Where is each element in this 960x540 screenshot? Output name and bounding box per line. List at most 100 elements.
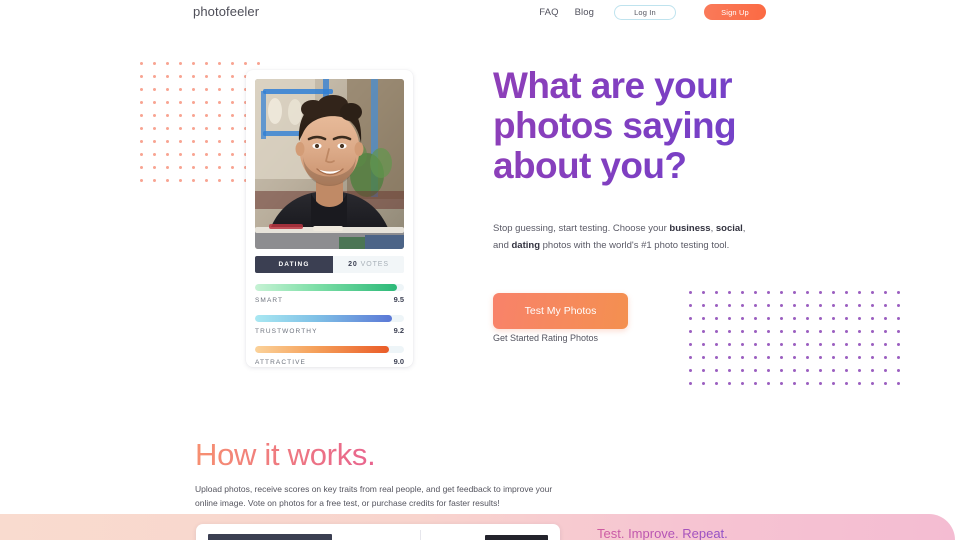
decorative-dot [845,356,848,359]
decorative-dot [897,291,900,294]
decorative-dot [153,88,156,91]
decorative-dot [689,356,692,359]
sample-photo-card[interactable]: DATING 20 VOTES SMART 9.5 TRUSTWORTHY 9.… [246,70,413,367]
decorative-dot [205,101,208,104]
decorative-dot [140,75,143,78]
decorative-dot [728,330,731,333]
login-button[interactable]: Log In [614,4,676,20]
decorative-dot [871,369,874,372]
decorative-dot [754,343,757,346]
decorative-dot [884,382,887,385]
decorative-dot [153,114,156,117]
decorative-dot [819,330,822,333]
decorative-dot [715,343,718,346]
trait-score-list: SMART 9.5 TRUSTWORTHY 9.2 ATTRACTIVE 9.0 [255,284,404,366]
card-category-tabs[interactable]: DATING 20 VOTES [255,256,404,273]
decorative-dot [166,62,169,65]
decorative-dot [218,166,221,169]
decorative-dot [806,330,809,333]
decorative-dot [231,114,234,117]
decorative-dot [806,343,809,346]
decorative-dot [140,62,143,65]
decorative-dot [231,127,234,130]
nav-link-blog[interactable]: Blog [575,7,594,18]
decorative-dot [192,153,195,156]
decorative-dot [806,291,809,294]
tagline-test-improve-repeat: Test. Improve. Repeat. [597,526,728,540]
decorative-dot [153,127,156,130]
hero-subtitle: Stop guessing, start testing. Choose you… [493,221,761,254]
decorative-dot [702,304,705,307]
decorative-dot [218,75,221,78]
decorative-dot [780,369,783,372]
trait-row: SMART 9.5 [255,284,404,304]
decorative-dot [140,127,143,130]
decorative-dot [832,343,835,346]
decorative-dot [192,62,195,65]
decorative-dot [192,75,195,78]
decorative-dot [728,304,731,307]
decorative-dot [166,127,169,130]
decorative-dot [192,88,195,91]
decorative-dot [231,179,234,182]
signup-button[interactable]: Sign Up [704,4,766,20]
decorative-dot [871,343,874,346]
tab-dating[interactable]: DATING [255,256,333,273]
decorative-dot [689,382,692,385]
decorative-dot [140,153,143,156]
decorative-dot [715,369,718,372]
decorative-dot [231,153,234,156]
decorative-dot [166,166,169,169]
decorative-dot [153,101,156,104]
logo[interactable]: photofeeler [193,4,259,19]
decorative-dot [793,369,796,372]
decorative-dot [897,356,900,359]
decorative-dot [244,62,247,65]
decorative-dot [715,382,718,385]
decorative-dot [179,140,182,143]
decorative-dot [218,179,221,182]
decorative-dot [153,75,156,78]
get-started-link[interactable]: Get Started Rating Photos [493,333,598,343]
decorative-dot [715,317,718,320]
decorative-dot [192,114,195,117]
decorative-dot [767,369,770,372]
decorative-dot [897,369,900,372]
decorative-dot [741,343,744,346]
decorative-dot [179,166,182,169]
decorative-dot [871,304,874,307]
decorative-dot [871,317,874,320]
decorative-dot [780,343,783,346]
decorative-dot [205,127,208,130]
decorative-dot [153,140,156,143]
decorative-dot [741,304,744,307]
decorative-dot [166,101,169,104]
decorative-dot [205,166,208,169]
bottom-preview-card[interactable] [196,524,560,540]
decorative-dot [179,88,182,91]
decorative-dot [780,304,783,307]
decorative-dot [845,343,848,346]
decorative-dot [728,356,731,359]
decorative-dot [218,140,221,143]
decorative-dot [767,343,770,346]
hero-sub-bold-social: social [715,223,743,234]
decorative-dot [767,356,770,359]
decorative-dot [702,369,705,372]
decorative-dot [153,179,156,182]
test-my-photos-button[interactable]: Test My Photos [493,293,628,329]
decorative-dot [205,153,208,156]
decorative-dot [767,304,770,307]
decorative-dot [179,153,182,156]
decorative-dot [780,382,783,385]
trait-name: SMART [255,297,284,304]
nav-link-faq[interactable]: FAQ [539,7,558,18]
decorative-dot [231,62,234,65]
preview-bar-right [485,535,548,540]
decorative-dot [205,140,208,143]
decorative-dot [741,330,744,333]
decorative-dot [218,127,221,130]
decorative-dot [728,291,731,294]
decorative-dot [884,291,887,294]
decorative-dot [832,330,835,333]
